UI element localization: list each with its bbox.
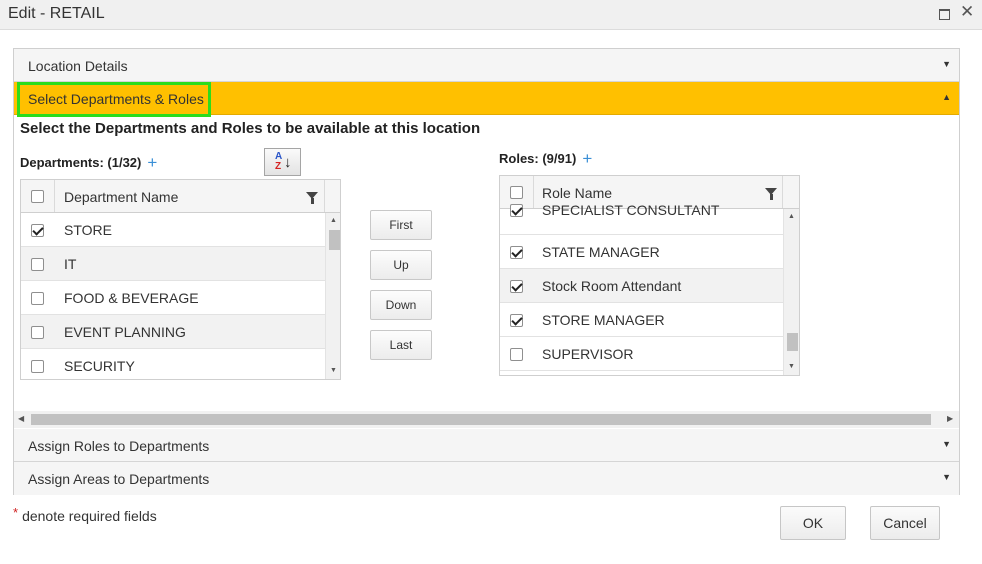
chevron-down-icon: ▼	[942, 439, 951, 449]
scroll-right-icon[interactable]: ▶	[947, 414, 953, 423]
section-label: Assign Roles to Departments	[28, 438, 210, 454]
table-row[interactable]: STATE MANAGER	[500, 235, 783, 269]
row-checkbox[interactable]	[31, 224, 44, 237]
table-row[interactable]: IT	[21, 247, 325, 281]
scroll-down-icon[interactable]: ▼	[788, 363, 795, 370]
ok-button[interactable]: OK	[780, 506, 846, 540]
filter-icon[interactable]	[306, 192, 318, 204]
roles-caption: Roles: (9/91) +	[499, 148, 592, 168]
select-all-checkbox[interactable]	[31, 190, 44, 203]
row-checkbox[interactable]	[31, 326, 44, 339]
scroll-left-icon[interactable]: ◀	[18, 414, 24, 423]
down-button[interactable]: Down	[370, 290, 432, 320]
column-role-name: Role Name	[542, 185, 613, 201]
table-row[interactable]: STORE MANAGER	[500, 303, 783, 337]
chevron-down-icon: ▼	[942, 472, 951, 482]
role-name: SPECIALIST CONSULTANT	[542, 202, 720, 218]
department-name: SECURITY	[64, 358, 135, 374]
cancel-button[interactable]: Cancel	[870, 506, 940, 540]
table-row[interactable]: SUPERVISOR	[500, 337, 783, 371]
scroll-thumb[interactable]	[329, 230, 340, 250]
department-name: FOOD & BEVERAGE	[64, 290, 199, 306]
row-checkbox[interactable]	[31, 292, 44, 305]
scroll-up-icon[interactable]: ▲	[788, 213, 795, 220]
close-icon[interactable]: ✕	[960, 3, 974, 20]
table-row[interactable]: Stock Room Attendant	[500, 269, 783, 303]
section-location-details[interactable]: Location Details ▼	[14, 49, 959, 82]
roles-scrollbar[interactable]: ▲ ▼	[783, 209, 799, 375]
filter-icon[interactable]	[765, 188, 777, 200]
maximize-icon[interactable]	[937, 6, 951, 20]
add-department-icon[interactable]: +	[147, 153, 157, 172]
select-all-checkbox[interactable]	[510, 186, 523, 199]
departments-scrollbar[interactable]: ▲ ▼	[325, 213, 340, 379]
section-select-departments-roles[interactable]: Select Departments & Roles ▲	[14, 82, 959, 117]
required-note: * denote required fields	[13, 505, 157, 524]
title-bar: Edit - RETAIL ✕	[0, 0, 982, 30]
row-checkbox[interactable]	[31, 360, 44, 373]
chevron-up-icon: ▲	[942, 92, 951, 102]
horizontal-scrollbar[interactable]: ◀ ▶	[14, 411, 959, 428]
arrow-down-icon: ↓	[284, 154, 292, 171]
required-star: *	[13, 505, 19, 520]
table-row[interactable]: STORE	[21, 213, 325, 247]
accordion: Location Details ▼ Select Departments & …	[13, 48, 960, 495]
role-name: STATE MANAGER	[542, 244, 660, 260]
sort-z-icon: Z	[275, 161, 282, 172]
department-name: EVENT PLANNING	[64, 324, 186, 340]
column-divider	[324, 180, 325, 212]
last-button[interactable]: Last	[370, 330, 432, 360]
section-label: Select Departments & Roles	[28, 91, 204, 107]
section-heading: Select the Departments and Roles to be a…	[20, 120, 481, 137]
role-name: SUPERVISOR	[542, 346, 634, 362]
scroll-thumb[interactable]	[787, 333, 798, 351]
window-title: Edit - RETAIL	[8, 5, 105, 22]
scroll-down-icon[interactable]: ▼	[330, 367, 337, 374]
chevron-down-icon: ▼	[942, 59, 951, 69]
column-department-name: Department Name	[64, 189, 179, 205]
row-checkbox[interactable]	[510, 348, 523, 361]
role-name: Stock Room Attendant	[542, 278, 682, 294]
required-note-text: denote required fields	[22, 508, 157, 524]
row-checkbox[interactable]	[510, 246, 523, 259]
table-row[interactable]: SECURITY	[21, 349, 325, 379]
department-name: IT	[64, 256, 77, 272]
row-checkbox[interactable]	[510, 314, 523, 327]
section-assign-roles[interactable]: Assign Roles to Departments ▼	[14, 429, 959, 462]
section-label: Assign Areas to Departments	[28, 471, 210, 487]
row-checkbox[interactable]	[510, 204, 523, 217]
grid-header: Department Name	[21, 180, 340, 213]
add-role-icon[interactable]: +	[582, 149, 592, 168]
role-name: STORE MANAGER	[542, 312, 665, 328]
section-label: Location Details	[28, 58, 128, 74]
sort-az-button[interactable]: A Z ↓	[264, 148, 301, 176]
table-row[interactable]: EVENT PLANNING	[21, 315, 325, 349]
department-name: STORE	[64, 222, 112, 238]
up-button[interactable]: Up	[370, 250, 432, 280]
departments-caption: Departments: (1/32) +	[20, 152, 157, 172]
row-checkbox[interactable]	[510, 280, 523, 293]
section-assign-areas[interactable]: Assign Areas to Departments ▼	[14, 462, 959, 495]
departments-grid: Department Name STORE IT FOOD & BEVERAGE…	[20, 179, 341, 380]
departments-count: Departments: (1/32)	[20, 155, 142, 170]
header-checkbox-cell	[21, 180, 55, 212]
roles-grid: Role Name SPECIALIST CONSULTANT STATE MA…	[499, 175, 800, 376]
first-button[interactable]: First	[370, 210, 432, 240]
row-checkbox[interactable]	[31, 258, 44, 271]
roles-count: Roles: (9/91)	[499, 151, 577, 166]
scroll-thumb[interactable]	[31, 414, 931, 425]
table-row[interactable]: SPECIALIST CONSULTANT	[500, 201, 783, 235]
table-row[interactable]: FOOD & BEVERAGE	[21, 281, 325, 315]
scroll-up-icon[interactable]: ▲	[330, 217, 337, 224]
